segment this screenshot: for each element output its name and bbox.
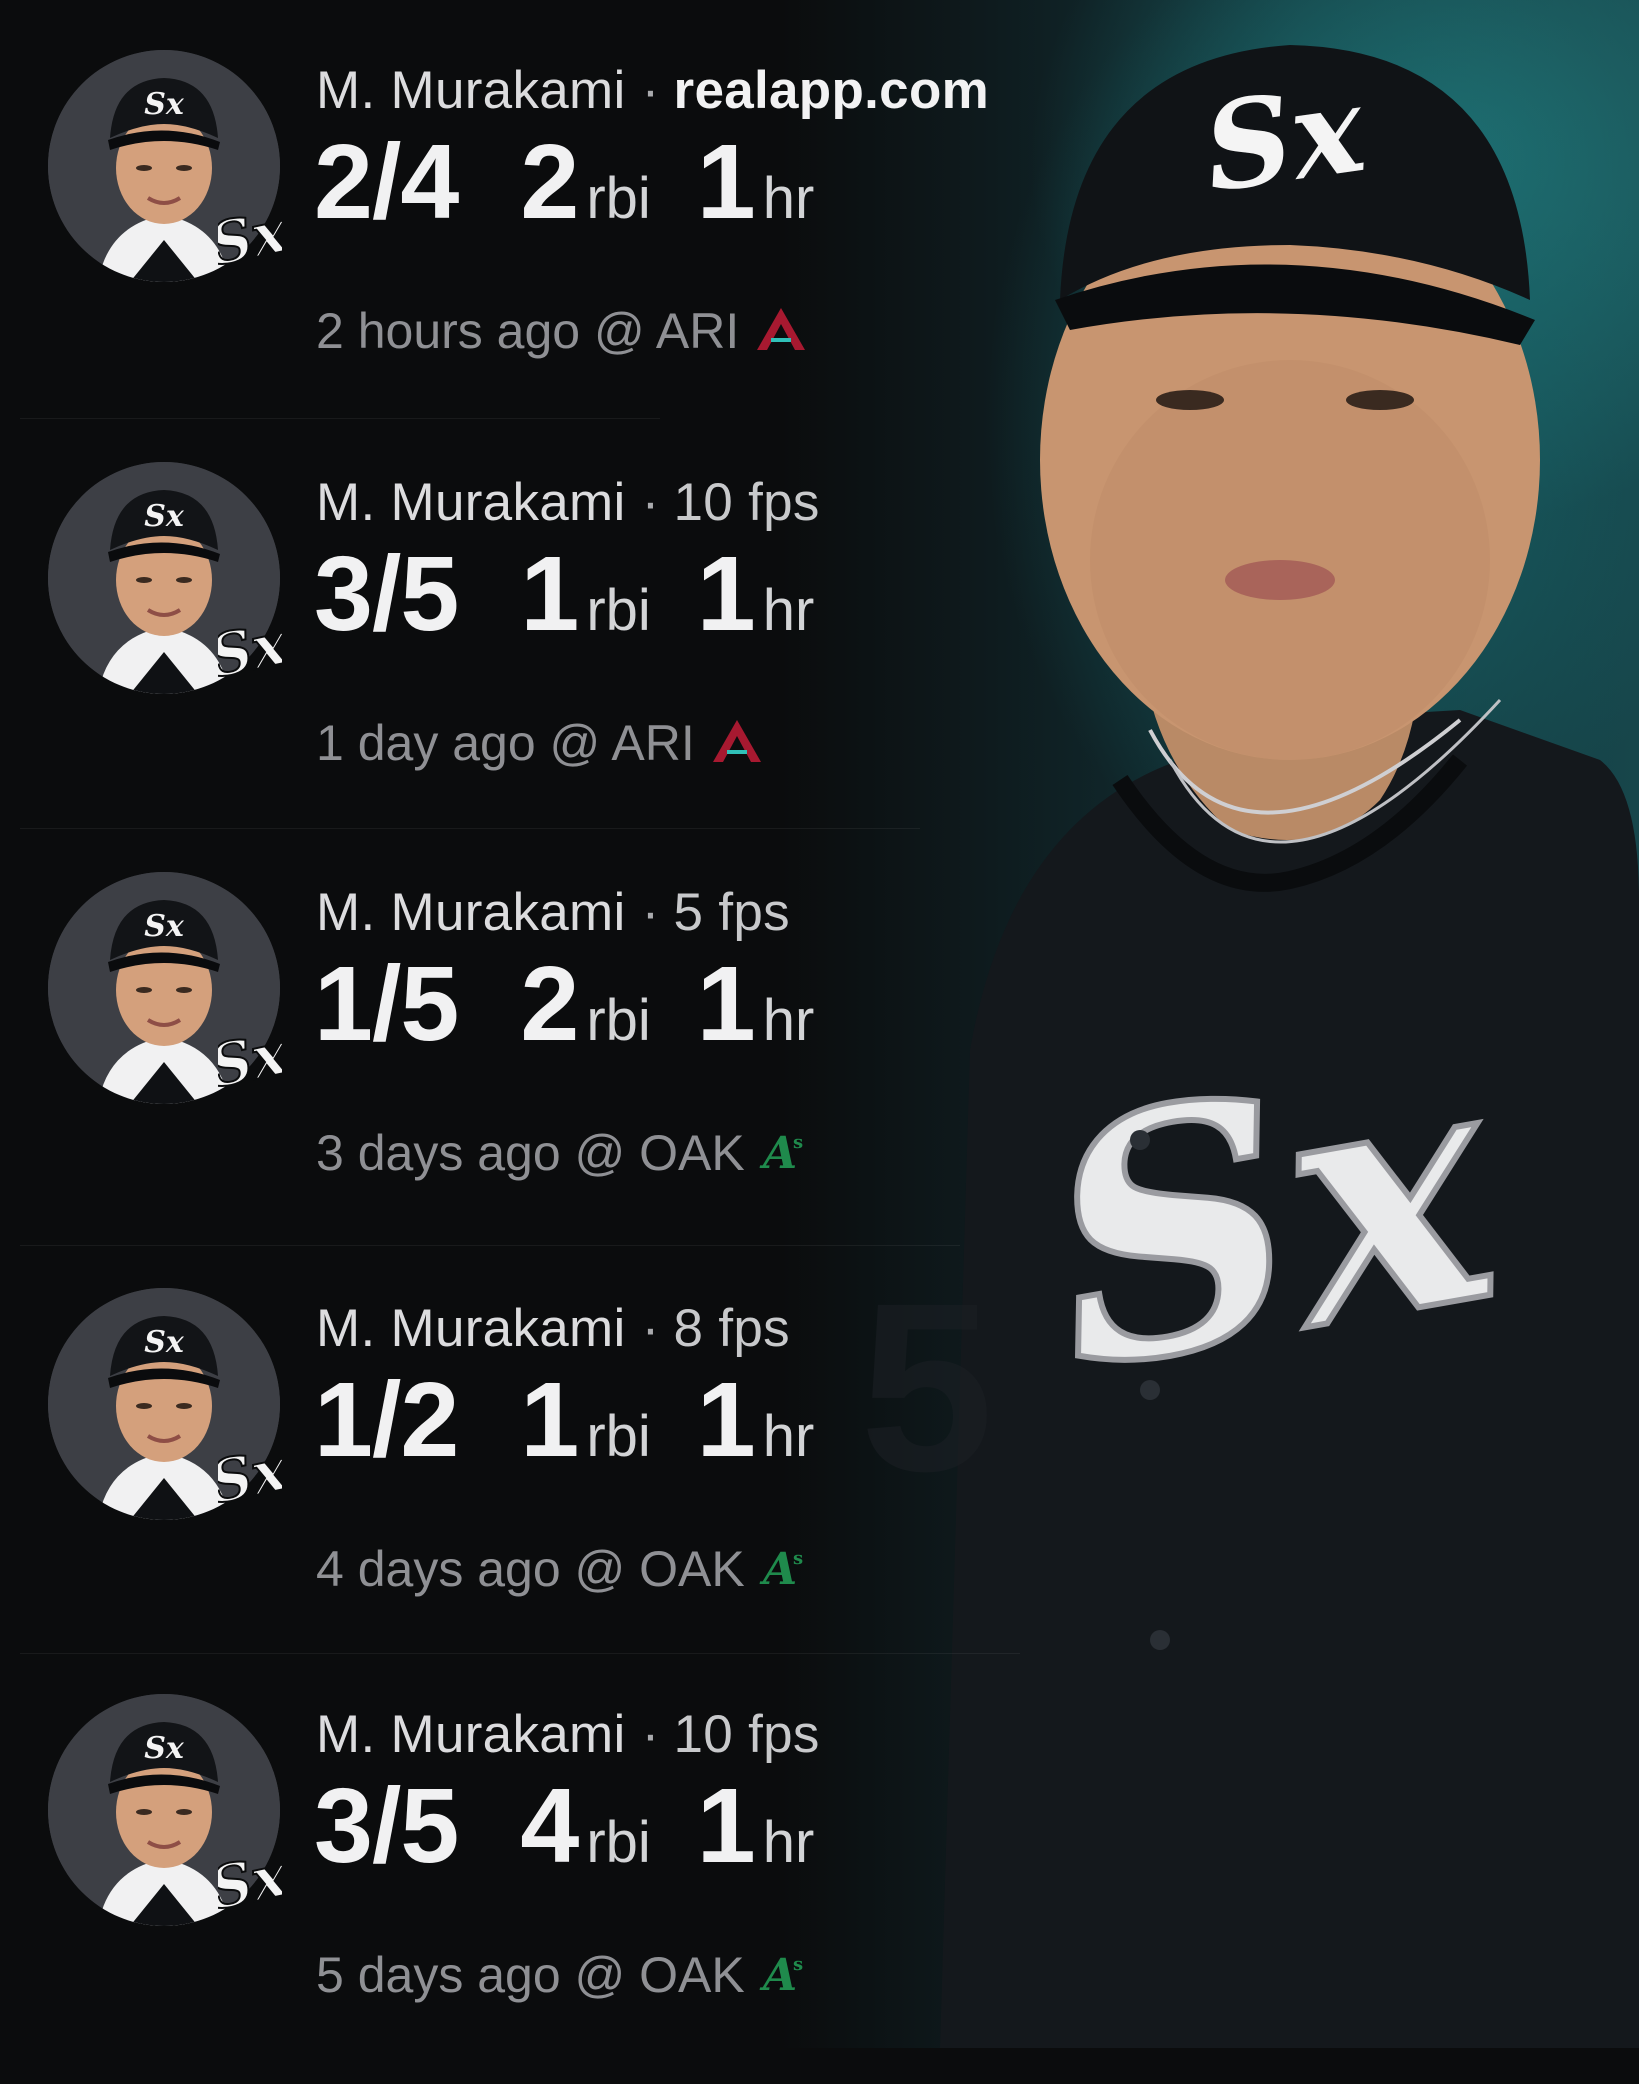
white-sox-logo-icon: Sx — [203, 1434, 295, 1524]
row-header: M. Murakami · 8 fps — [316, 1298, 790, 1359]
rbi-value: 2 — [520, 123, 579, 241]
stat-line: 3/5 1 rbi 1 hr — [314, 534, 814, 655]
hr-unit: hr — [762, 988, 815, 1053]
row-header: M. Murakami · 10 fps — [316, 472, 820, 533]
game-log-row[interactable]: Sx Sx M. Murakami · 5 fps 1/5 2 rbi 1 hr 3 day… — [0, 862, 1000, 1262]
row-meta: 10 fps — [673, 473, 820, 532]
rbi-value: 1 — [520, 1361, 579, 1479]
hits-at-bats: 3/5 — [314, 1767, 459, 1885]
game-info: 5 days ago @ OAK A s — [316, 1946, 815, 2010]
rbi-value: 4 — [520, 1767, 579, 1885]
svg-text:s: s — [793, 1548, 803, 1569]
separator: · — [641, 473, 660, 532]
hits-at-bats: 2/4 — [314, 123, 459, 241]
separator: · — [641, 61, 660, 120]
svg-text:s: s — [793, 1954, 803, 1975]
row-header: M. Murakami · 5 fps — [316, 882, 790, 943]
game-log-row[interactable]: Sx Sx M. Murakami · realapp.com 2/4 2 rbi 1 hr… — [0, 40, 1000, 440]
svg-text:Sx: Sx — [144, 1731, 185, 1766]
athletics-logo-icon: A s — [759, 1948, 815, 2010]
rbi-value: 1 — [520, 535, 579, 653]
svg-text:Sx: Sx — [218, 1841, 282, 1924]
hr-value: 1 — [696, 1767, 756, 1885]
svg-text:A: A — [759, 1544, 797, 1592]
row-meta: 10 fps — [673, 1705, 820, 1764]
game-time-opponent: 1 day ago @ ARI — [316, 715, 695, 771]
svg-text:Sx: Sx — [144, 499, 185, 534]
rbi-unit: rbi — [586, 166, 651, 231]
hr-value: 1 — [696, 1361, 756, 1479]
svg-text:Sx: Sx — [144, 909, 185, 944]
hits-at-bats: 1/2 — [314, 1361, 459, 1479]
diamondbacks-logo-icon — [709, 716, 765, 778]
row-meta: 5 fps — [673, 883, 790, 942]
stat-line: 2/4 2 rbi 1 hr — [314, 122, 814, 243]
hits-at-bats: 3/5 — [314, 535, 459, 653]
player-name: M. Murakami — [316, 473, 626, 532]
game-time-opponent: 2 hours ago @ ARI — [316, 303, 740, 359]
svg-text:Sx: Sx — [218, 1019, 282, 1102]
separator: · — [641, 1705, 660, 1764]
svg-text:Sx: Sx — [144, 1325, 185, 1360]
stat-line: 1/2 1 rbi 1 hr — [314, 1360, 814, 1481]
athletics-logo-icon: A s — [759, 1126, 815, 1188]
stat-line: 3/5 4 rbi 1 hr — [314, 1766, 814, 1887]
hr-value: 1 — [696, 945, 756, 1063]
svg-text:Sx: Sx — [144, 87, 185, 122]
stat-line: 1/5 2 rbi 1 hr — [314, 944, 814, 1065]
row-meta: realapp.com — [673, 61, 990, 120]
white-sox-logo-icon: Sx — [203, 196, 295, 286]
hr-unit: hr — [762, 578, 815, 643]
hr-unit: hr — [762, 166, 815, 231]
hr-value: 1 — [696, 535, 756, 653]
player-name: M. Murakami — [316, 1299, 626, 1358]
svg-text:Sx: Sx — [1196, 58, 1374, 220]
game-log-row[interactable]: Sx Sx M. Murakami · 10 fps 3/5 4 rbi 1 hr 5 da… — [0, 1684, 1000, 2084]
row-meta: 8 fps — [673, 1299, 790, 1358]
rbi-unit: rbi — [586, 578, 651, 643]
row-header: M. Murakami · 10 fps — [316, 1704, 820, 1765]
svg-text:s: s — [793, 1132, 803, 1153]
game-log-row[interactable]: Sx Sx M. Murakami · 8 fps 1/2 1 rbi 1 hr 4 day… — [0, 1278, 1000, 1678]
svg-text:A: A — [759, 1128, 797, 1176]
svg-text:Sx: Sx — [218, 1435, 282, 1518]
hr-value: 1 — [696, 123, 756, 241]
rbi-unit: rbi — [586, 1810, 651, 1875]
hits-at-bats: 1/5 — [314, 945, 459, 1063]
rbi-unit: rbi — [586, 988, 651, 1053]
game-info: 3 days ago @ OAK A s — [316, 1124, 815, 1188]
svg-text:A: A — [759, 1950, 797, 1998]
rbi-unit: rbi — [586, 1404, 651, 1469]
game-info: 1 day ago @ ARI — [316, 714, 765, 778]
svg-text:Sx: Sx — [1022, 986, 1522, 1444]
separator: · — [641, 1299, 660, 1358]
player-name: M. Murakami — [316, 1705, 626, 1764]
diamondbacks-logo-icon — [753, 304, 809, 366]
game-time-opponent: 5 days ago @ OAK — [316, 1947, 745, 2003]
game-time-opponent: 4 days ago @ OAK — [316, 1541, 745, 1597]
white-sox-logo-icon: Sx — [203, 1840, 295, 1930]
row-header: M. Murakami · realapp.com — [316, 60, 989, 121]
game-time-opponent: 3 days ago @ OAK — [316, 1125, 745, 1181]
player-name: M. Murakami — [316, 61, 626, 120]
rbi-value: 2 — [520, 945, 579, 1063]
svg-text:Sx: Sx — [218, 609, 282, 692]
game-log-row[interactable]: Sx Sx M. Murakami · 10 fps 3/5 1 rbi 1 hr 1 da… — [0, 452, 1000, 852]
svg-text:Sx: Sx — [218, 197, 282, 280]
player-name: M. Murakami — [316, 883, 626, 942]
separator: · — [641, 883, 660, 942]
game-info: 4 days ago @ OAK A s — [316, 1540, 815, 1604]
hr-unit: hr — [762, 1810, 815, 1875]
white-sox-logo-icon: Sx — [203, 1018, 295, 1108]
white-sox-logo-icon: Sx — [203, 608, 295, 698]
athletics-logo-icon: A s — [759, 1542, 815, 1604]
game-info: 2 hours ago @ ARI — [316, 302, 809, 366]
hr-unit: hr — [762, 1404, 815, 1469]
